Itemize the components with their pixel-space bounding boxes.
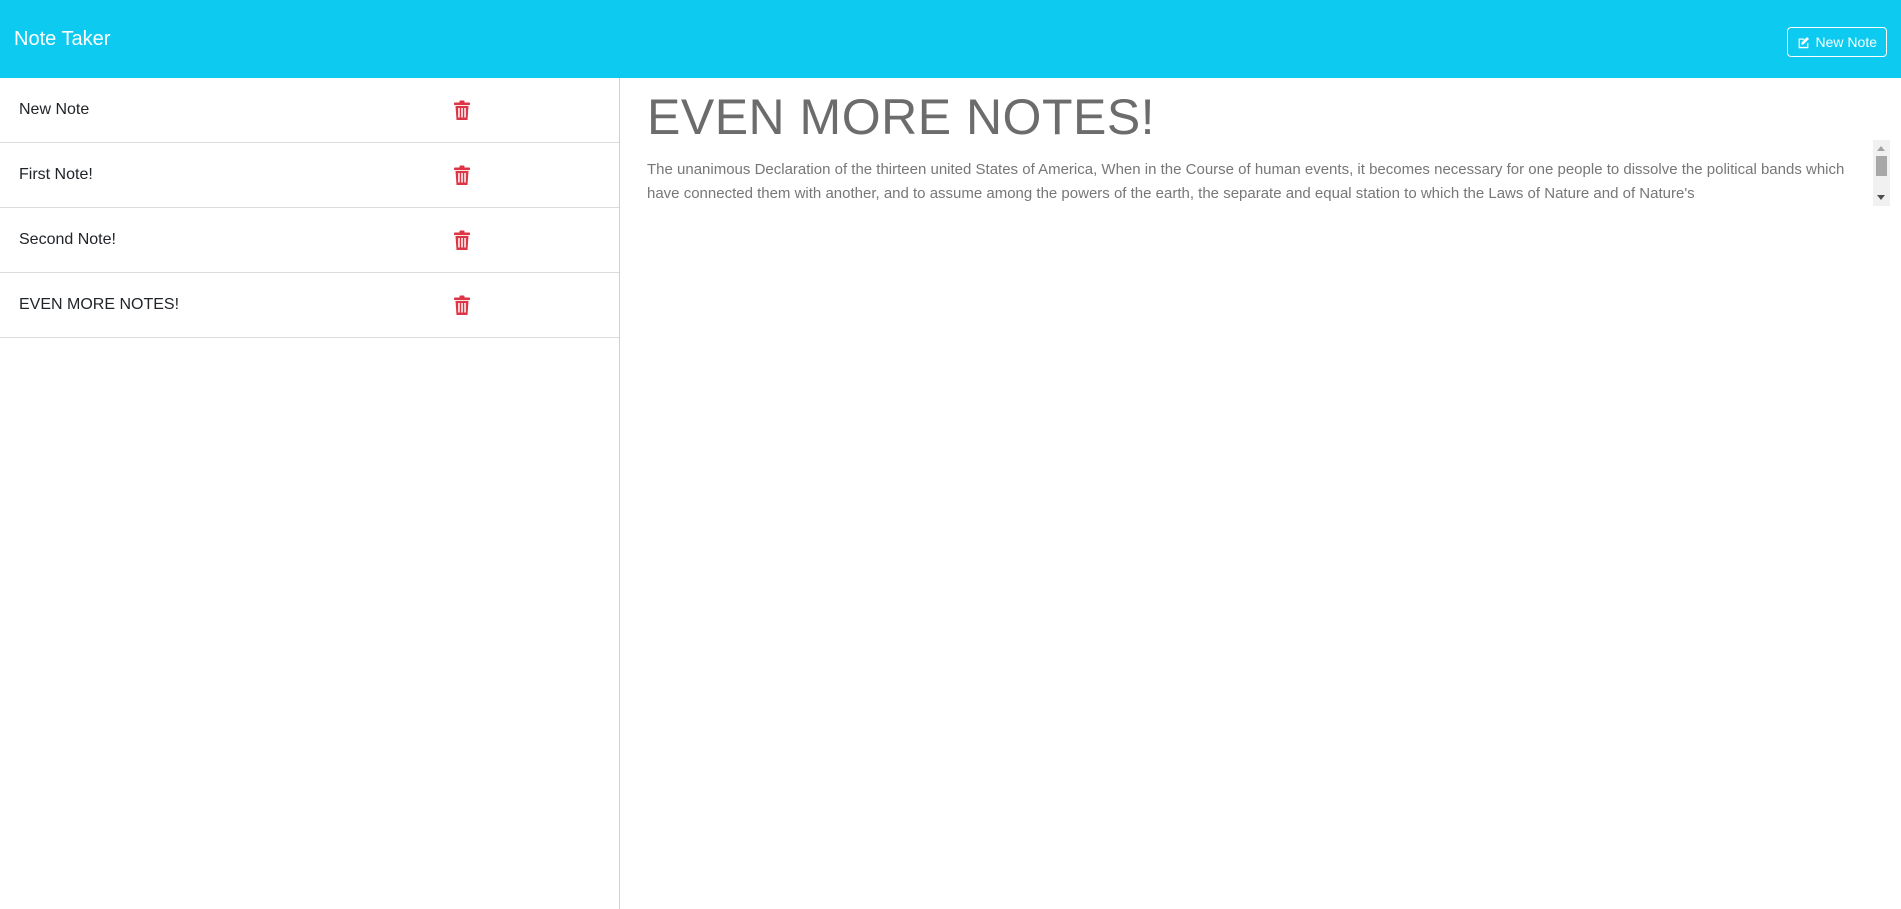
note-title-input[interactable]: EVEN MORE NOTES! bbox=[647, 88, 1155, 146]
brand-title[interactable]: Note Taker bbox=[14, 28, 110, 51]
note-list-item[interactable]: New Note bbox=[0, 78, 619, 143]
scroll-up-arrow-icon[interactable] bbox=[1877, 146, 1885, 151]
scroll-down-arrow-icon[interactable] bbox=[1877, 195, 1885, 200]
textarea-scrollbar[interactable] bbox=[1873, 140, 1890, 206]
note-title: Second Note! bbox=[19, 231, 116, 248]
note-editor: EVEN MORE NOTES! The unanimous Declarati… bbox=[621, 78, 1901, 909]
scroll-thumb[interactable] bbox=[1876, 156, 1887, 176]
trash-icon[interactable] bbox=[454, 100, 470, 120]
trash-icon[interactable] bbox=[454, 165, 470, 185]
pencil-square-icon bbox=[1797, 36, 1810, 49]
trash-icon[interactable] bbox=[454, 295, 470, 315]
note-body-textarea[interactable]: The unanimous Declaration of the thirtee… bbox=[647, 158, 1875, 208]
navbar: Note Taker New Note bbox=[0, 0, 1901, 78]
note-title: New Note bbox=[19, 101, 90, 118]
notes-sidebar: New Note First Note! Second Note! EVEN M… bbox=[0, 78, 620, 909]
note-list-item[interactable]: First Note! bbox=[0, 143, 619, 208]
note-list-item[interactable]: EVEN MORE NOTES! bbox=[0, 273, 619, 338]
note-list-item[interactable]: Second Note! bbox=[0, 208, 619, 273]
note-title: First Note! bbox=[19, 166, 93, 183]
trash-icon[interactable] bbox=[454, 230, 470, 250]
new-note-button[interactable]: New Note bbox=[1786, 27, 1887, 57]
new-note-label: New Note bbox=[1815, 34, 1877, 50]
note-title: EVEN MORE NOTES! bbox=[19, 296, 180, 313]
note-list: New Note First Note! Second Note! EVEN M… bbox=[0, 78, 619, 338]
